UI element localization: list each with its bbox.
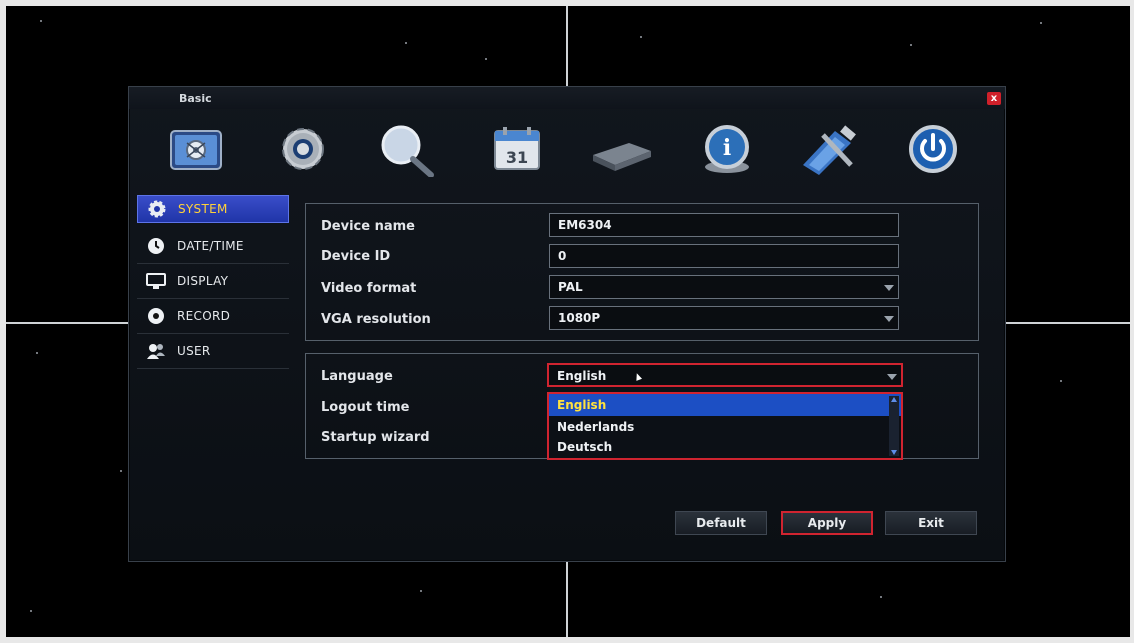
monitor-icon bbox=[145, 272, 167, 290]
search-magnifier-icon bbox=[381, 125, 434, 178]
gear-icon bbox=[146, 200, 168, 218]
scroll-down-icon[interactable] bbox=[891, 450, 897, 455]
startup-wizard-label: Startup wizard bbox=[321, 430, 430, 445]
device-id-value: 0 bbox=[558, 249, 567, 263]
info-icon: i bbox=[705, 125, 749, 173]
sidebar-item-display[interactable]: DISPLAY bbox=[137, 264, 289, 299]
main-toolbar: 31 i bbox=[129, 115, 1005, 185]
device-id-label: Device ID bbox=[321, 249, 391, 264]
device-name-field[interactable]: EM6304 bbox=[549, 213, 899, 237]
language-value: English bbox=[557, 369, 607, 383]
toolbar-info[interactable]: i bbox=[695, 121, 759, 177]
toolbar-maintenance[interactable] bbox=[795, 121, 859, 177]
language-option-deutsch[interactable]: Deutsch bbox=[549, 438, 901, 456]
language-select[interactable]: English bbox=[547, 363, 903, 387]
clock-icon bbox=[145, 237, 167, 255]
language-label: Language bbox=[321, 369, 393, 384]
vga-resolution-value: 1080P bbox=[558, 311, 601, 325]
toolbar-playback[interactable]: 31 bbox=[485, 121, 549, 177]
toolbar-search[interactable] bbox=[375, 121, 439, 178]
sidebar-item-label: DATE/TIME bbox=[177, 239, 244, 253]
basic-settings-icon bbox=[170, 130, 222, 170]
sidebar-item-system[interactable]: SYSTEM bbox=[137, 195, 289, 223]
chevron-down-icon bbox=[887, 374, 897, 380]
record-icon bbox=[145, 307, 167, 325]
sidebar-item-date-time[interactable]: DATE/TIME bbox=[137, 229, 289, 264]
scroll-up-icon[interactable] bbox=[891, 397, 897, 402]
info-glyph: i bbox=[723, 135, 731, 161]
dialog-title: Basic bbox=[179, 92, 212, 105]
users-icon bbox=[145, 342, 167, 360]
device-id-field[interactable]: 0 bbox=[549, 244, 899, 268]
chevron-down-icon bbox=[884, 316, 894, 322]
dropdown-scrollbar[interactable] bbox=[889, 396, 899, 456]
vga-resolution-select[interactable]: 1080P bbox=[549, 306, 899, 330]
sidebar-item-label: RECORD bbox=[177, 309, 231, 323]
device-name-value: EM6304 bbox=[558, 218, 612, 232]
toolbar-basic-settings[interactable] bbox=[165, 121, 229, 177]
basic-settings-dialog: Basic x 31 i SYSTEM DATE/TIME DISPLAY RE… bbox=[128, 86, 1006, 562]
language-option-nederlands[interactable]: Nederlands bbox=[549, 416, 901, 438]
hard-disk-icon bbox=[593, 143, 651, 171]
tools-icon bbox=[803, 125, 856, 175]
sidebar-item-record[interactable]: RECORD bbox=[137, 299, 289, 334]
logout-time-label: Logout time bbox=[321, 400, 410, 415]
power-icon bbox=[909, 125, 957, 173]
apply-button[interactable]: Apply bbox=[781, 511, 873, 535]
exit-button[interactable]: Exit bbox=[885, 511, 977, 535]
video-format-label: Video format bbox=[321, 281, 417, 296]
toolbar-shutdown[interactable] bbox=[901, 121, 965, 177]
sidebar-item-label: DISPLAY bbox=[177, 274, 229, 288]
sidebar-item-label: SYSTEM bbox=[178, 202, 228, 216]
chevron-down-icon bbox=[884, 285, 894, 291]
device-name-label: Device name bbox=[321, 219, 415, 234]
sidebar-item-label: USER bbox=[177, 344, 211, 358]
sidebar-menu: SYSTEM DATE/TIME DISPLAY RECORD USER bbox=[137, 195, 289, 369]
close-icon: x bbox=[990, 93, 998, 104]
calendar-day-text: 31 bbox=[506, 148, 528, 167]
toolbar-settings[interactable] bbox=[271, 121, 335, 177]
toolbar-hdd[interactable] bbox=[589, 121, 653, 177]
dialog-titlebar: Basic x bbox=[129, 87, 1005, 109]
sidebar-item-user[interactable]: USER bbox=[137, 334, 289, 369]
video-format-value: PAL bbox=[558, 280, 583, 294]
calendar-icon: 31 bbox=[494, 127, 540, 170]
default-button[interactable]: Default bbox=[675, 511, 767, 535]
language-dropdown-list: English Nederlands Deutsch bbox=[547, 392, 903, 460]
video-format-select[interactable]: PAL bbox=[549, 275, 899, 299]
vga-resolution-label: VGA resolution bbox=[321, 312, 431, 327]
language-option-english[interactable]: English bbox=[549, 394, 901, 416]
gear-icon bbox=[282, 128, 324, 170]
close-button[interactable]: x bbox=[987, 92, 1001, 105]
